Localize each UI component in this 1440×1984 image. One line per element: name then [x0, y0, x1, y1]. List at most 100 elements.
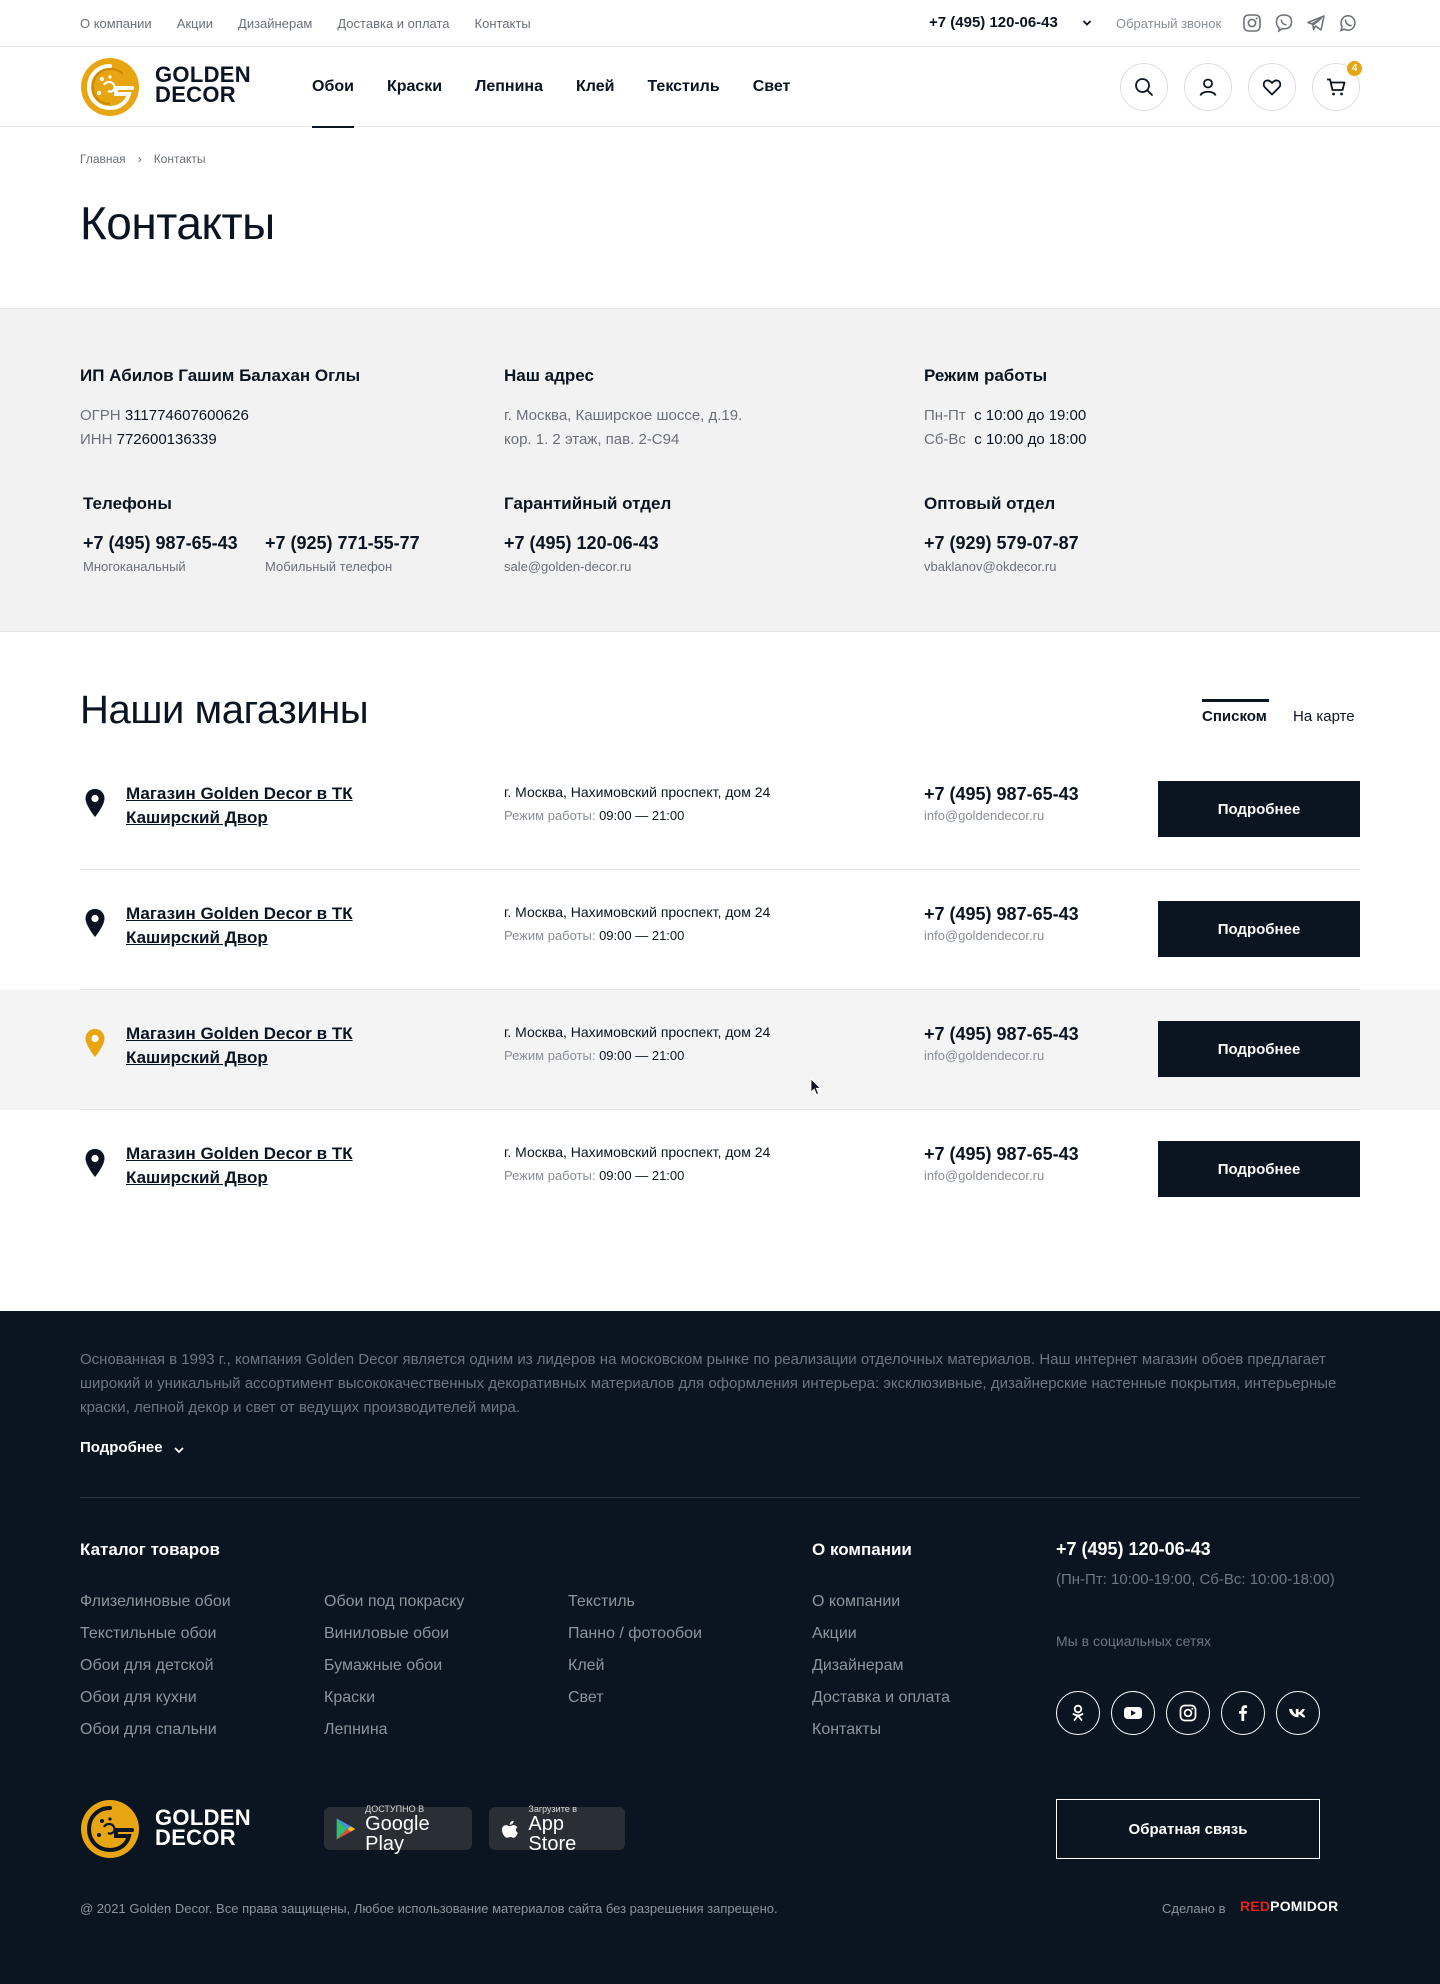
- tab-list-view[interactable]: Списком: [1202, 708, 1267, 725]
- youtube-button[interactable]: [1111, 1691, 1155, 1735]
- store-row-highlighted[interactable]: Магазин Golden Decor в ТК Каширский Двор…: [0, 990, 1440, 1110]
- footer-more-button[interactable]: Подробнее: [80, 1439, 163, 1456]
- top-nav-designers[interactable]: Дизайнерам: [238, 16, 312, 31]
- footer-link[interactable]: Акции: [812, 1625, 857, 1643]
- store-details-button[interactable]: Подробнее: [1158, 781, 1360, 837]
- chevron-down-icon[interactable]: [1082, 18, 1092, 28]
- top-bar: О компании Акции Дизайнерам Доставка и о…: [0, 0, 1440, 47]
- store-details-button[interactable]: Подробнее: [1158, 901, 1360, 957]
- nav-wallpaper[interactable]: Обои: [312, 47, 354, 128]
- top-nav-delivery[interactable]: Доставка и оплата: [337, 16, 449, 31]
- footer-link[interactable]: Обои для детской: [80, 1657, 214, 1675]
- nav-textile[interactable]: Текстиль: [647, 47, 719, 127]
- developer-logo[interactable]: REDPOMIDOR: [1240, 1898, 1338, 1914]
- footer-link[interactable]: Дизайнерам: [812, 1657, 903, 1675]
- store-email[interactable]: info@goldendecor.ru: [924, 1048, 1044, 1063]
- map-pin-icon: [85, 909, 105, 937]
- odnoklassniki-icon: [1072, 1704, 1084, 1721]
- footer-phone[interactable]: +7 (495) 120-06-43: [1056, 1539, 1211, 1560]
- top-nav-promotions[interactable]: Акции: [177, 16, 213, 31]
- footer-link[interactable]: Контакты: [812, 1721, 881, 1739]
- google-play-big-text: Google Play: [365, 1812, 430, 1855]
- logo-icon[interactable]: [80, 57, 140, 117]
- warranty-phone[interactable]: +7 (495) 120-06-43: [504, 533, 659, 554]
- top-nav-contacts[interactable]: Контакты: [475, 16, 531, 31]
- store-hours: Режим работы: 09:00 — 21:00: [504, 1048, 684, 1063]
- instagram-icon[interactable]: [1241, 12, 1263, 34]
- footer-link[interactable]: Обои для кухни: [80, 1689, 197, 1707]
- store-phone[interactable]: +7 (495) 987-65-43: [924, 904, 1079, 925]
- footer-link[interactable]: Обои для спальни: [80, 1721, 217, 1739]
- ogrn-value: 311774607600626: [124, 407, 249, 424]
- cart-button[interactable]: 4: [1312, 61, 1362, 111]
- store-phone[interactable]: +7 (495) 987-65-43: [924, 1024, 1079, 1045]
- telegram-icon[interactable]: [1305, 12, 1327, 34]
- tab-map-view[interactable]: На карте: [1293, 708, 1355, 725]
- footer-logo-wordmark[interactable]: GOLDEN DECOR: [155, 1807, 251, 1849]
- store-phone[interactable]: +7 (495) 987-65-43: [924, 1144, 1079, 1165]
- breadcrumb-home[interactable]: Главная: [80, 152, 126, 166]
- viber-icon[interactable]: [1273, 12, 1295, 34]
- top-nav-about[interactable]: О компании: [80, 16, 152, 31]
- footer-phone-hours: (Пн-Пт: 10:00-19:00, Сб-Вс: 10:00-18:00): [1056, 1571, 1335, 1588]
- footer-link[interactable]: Лепнина: [324, 1721, 388, 1739]
- heart-icon: [1262, 79, 1282, 96]
- made-by-label: Сделано в: [1162, 1901, 1226, 1916]
- footer-link[interactable]: О компании: [812, 1593, 900, 1611]
- store-email[interactable]: info@goldendecor.ru: [924, 808, 1044, 823]
- footer-logo-icon[interactable]: [80, 1799, 140, 1859]
- footer-link[interactable]: Виниловые обои: [324, 1625, 449, 1643]
- store-phone[interactable]: +7 (495) 987-65-43: [924, 784, 1079, 805]
- callback-link[interactable]: Обратный звонок: [1116, 16, 1221, 31]
- footer-link[interactable]: Краски: [324, 1689, 375, 1707]
- favorites-button[interactable]: [1248, 63, 1296, 111]
- warranty-title: Гарантийный отдел: [504, 494, 672, 513]
- nav-moldings[interactable]: Лепнина: [475, 47, 543, 127]
- facebook-button[interactable]: [1221, 1691, 1265, 1735]
- footer-link[interactable]: Панно / фотообои: [568, 1625, 702, 1643]
- vk-button[interactable]: [1276, 1691, 1320, 1735]
- app-store-badge[interactable]: Загрузите в App Store: [489, 1804, 625, 1854]
- search-button[interactable]: [1120, 63, 1168, 111]
- account-button[interactable]: [1184, 63, 1232, 111]
- developer-logo-red: RED: [1240, 1898, 1271, 1914]
- store-name-link[interactable]: Магазин Golden Decor в ТК Каширский Двор: [126, 1022, 386, 1070]
- store-email[interactable]: info@goldendecor.ru: [924, 928, 1044, 943]
- footer-link[interactable]: Текстильные обои: [80, 1625, 216, 1643]
- footer-link[interactable]: Бумажные обои: [324, 1657, 442, 1675]
- store-hours-label: Режим работы:: [504, 808, 596, 823]
- search-icon: [1135, 78, 1153, 96]
- footer-link[interactable]: Клей: [568, 1657, 605, 1675]
- whatsapp-icon[interactable]: [1337, 12, 1359, 34]
- store-name-link[interactable]: Магазин Golden Decor в ТК Каширский Двор: [126, 902, 386, 950]
- top-phone[interactable]: +7 (495) 120-06-43: [929, 14, 1058, 31]
- footer-link[interactable]: Флизелиновые обои: [80, 1593, 231, 1611]
- hours-weekend: Сб-Вс с 10:00 до 18:00: [924, 428, 1086, 452]
- store-name-link[interactable]: Магазин Golden Decor в ТК Каширский Двор: [126, 1142, 386, 1190]
- logo-line-2: DECOR: [155, 82, 236, 107]
- google-play-badge[interactable]: ДОСТУПНО В Google Play: [324, 1804, 472, 1854]
- store-details-button[interactable]: Подробнее: [1158, 1021, 1360, 1077]
- facebook-icon: [1239, 1705, 1248, 1721]
- odnoklassniki-button[interactable]: [1056, 1691, 1100, 1735]
- phone-main[interactable]: +7 (495) 987-65-43: [83, 533, 238, 554]
- nav-light[interactable]: Свет: [753, 47, 791, 127]
- nav-paints[interactable]: Краски: [387, 47, 442, 127]
- warranty-email[interactable]: sale@golden-decor.ru: [504, 559, 631, 574]
- footer-link[interactable]: Обои под покраску: [324, 1593, 464, 1611]
- chevron-down-icon[interactable]: [173, 1444, 185, 1456]
- footer-link[interactable]: Доставка и оплата: [812, 1689, 950, 1707]
- store-name-link[interactable]: Магазин Golden Decor в ТК Каширский Двор: [126, 782, 386, 830]
- footer-link[interactable]: Свет: [568, 1689, 604, 1707]
- store-details-button[interactable]: Подробнее: [1158, 1141, 1360, 1197]
- store-email[interactable]: info@goldendecor.ru: [924, 1168, 1044, 1183]
- feedback-button[interactable]: Обратная связь: [1056, 1799, 1320, 1859]
- instagram-button[interactable]: [1166, 1691, 1210, 1735]
- footer-link[interactable]: Текстиль: [568, 1593, 635, 1611]
- logo-wordmark[interactable]: GOLDEN DECOR: [155, 64, 251, 107]
- nav-glue[interactable]: Клей: [576, 47, 614, 127]
- wholesale-email[interactable]: vbaklanov@okdecor.ru: [924, 559, 1056, 574]
- wholesale-phone[interactable]: +7 (929) 579-07-87: [924, 533, 1079, 554]
- phone-mobile[interactable]: +7 (925) 771-55-77: [265, 533, 420, 554]
- store-hours-value: 09:00 — 21:00: [599, 808, 685, 823]
